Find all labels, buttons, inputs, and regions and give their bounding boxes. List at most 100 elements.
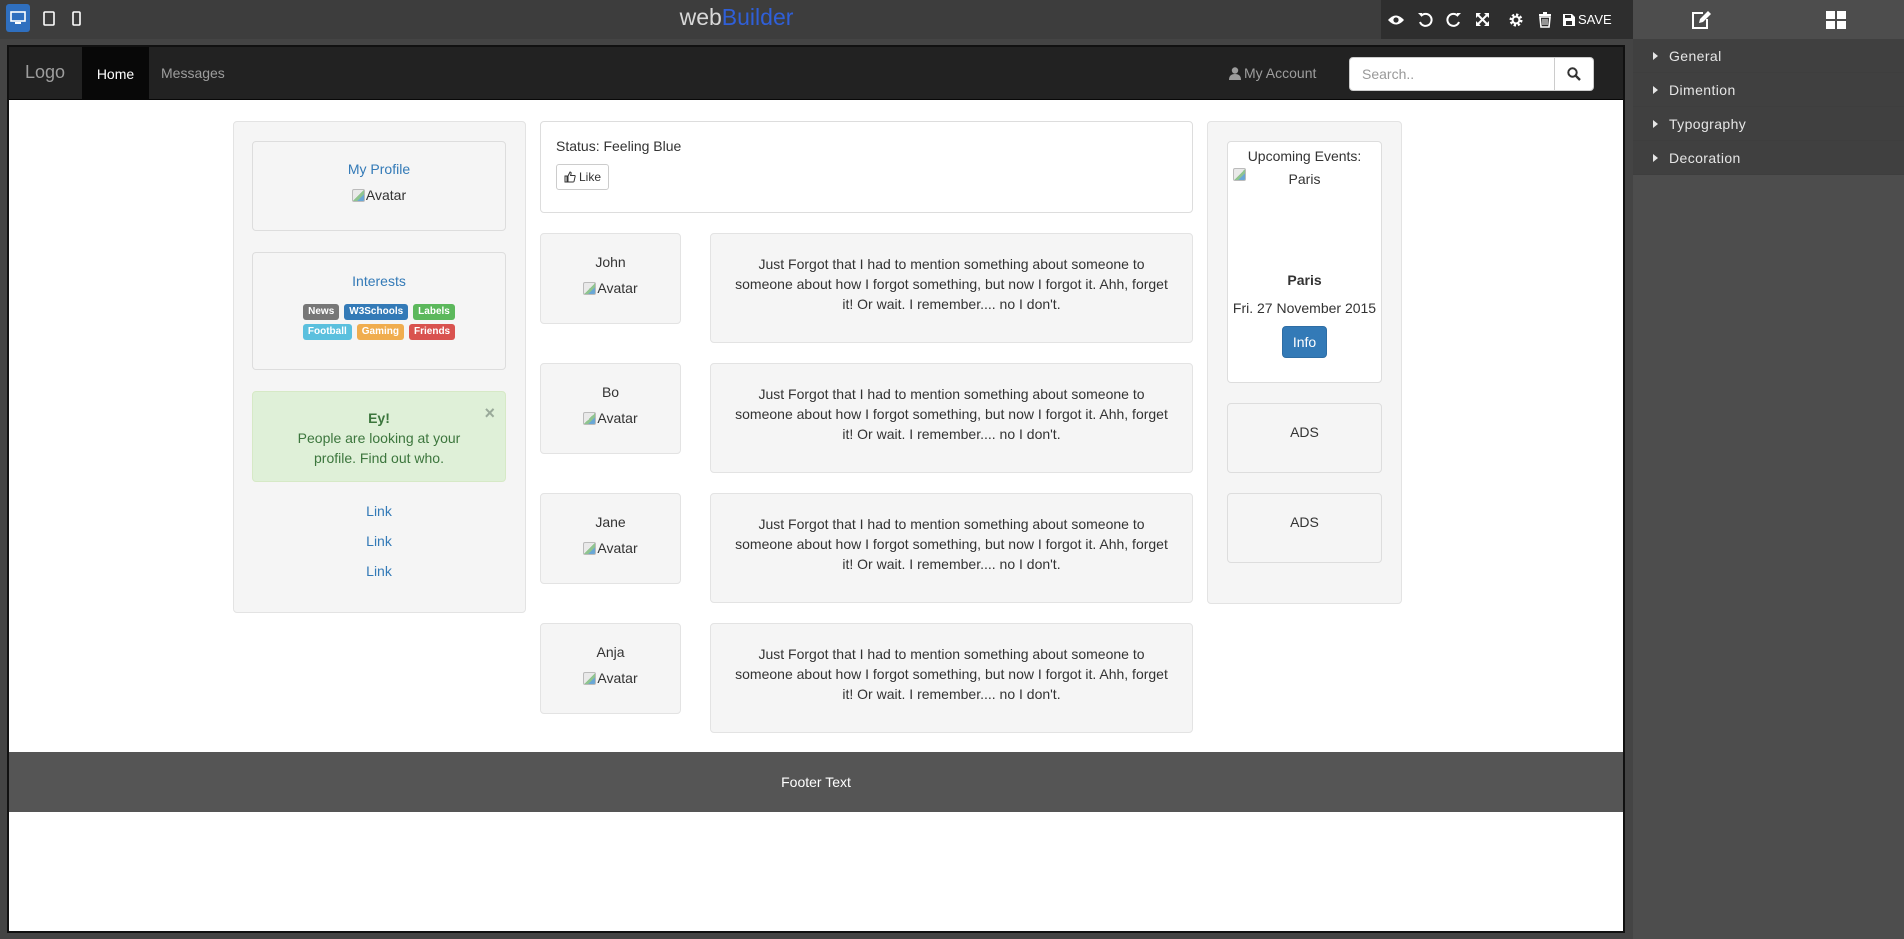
event-date: Fri. 27 November 2015: [1232, 300, 1377, 316]
delete-button[interactable]: [1530, 0, 1559, 39]
alert-text: People are looking at your profile. Find…: [297, 430, 461, 466]
search-icon: [1567, 67, 1581, 81]
broken-image-icon: [583, 671, 597, 685]
search-input[interactable]: [1349, 57, 1555, 91]
settings-button[interactable]: [1501, 0, 1530, 39]
undo-button[interactable]: [1410, 0, 1439, 39]
expand-icon: [1476, 13, 1489, 26]
site-logo[interactable]: Logo: [25, 62, 65, 83]
event-image: Paris: [1232, 168, 1377, 272]
post-author-card: John Avatar: [540, 233, 681, 324]
post-author-card: Jane Avatar: [540, 493, 681, 584]
tab-edit-properties[interactable]: [1633, 0, 1769, 39]
caret-right-icon: [1653, 51, 1658, 60]
undo-icon: [1417, 12, 1433, 27]
post-author-name: Anja: [596, 644, 625, 660]
section-label: Typography: [1669, 115, 1747, 132]
ads-text: ADS: [1290, 424, 1319, 440]
alert-close-icon[interactable]: ×: [484, 404, 495, 422]
avatar-alt: Avatar: [365, 187, 407, 203]
section-label: Decoration: [1669, 149, 1741, 166]
thumbs-up-icon: [564, 171, 576, 183]
ads-text: ADS: [1290, 514, 1319, 530]
info-button[interactable]: Info: [1281, 326, 1328, 358]
avatar: Avatar: [583, 410, 638, 426]
user-icon: [1229, 66, 1241, 80]
post-author-card: Anja Avatar: [540, 623, 681, 714]
trash-icon: [1538, 11, 1551, 28]
section-decoration[interactable]: Decoration: [1633, 141, 1904, 175]
avatar-alt: Avatar: [597, 280, 638, 296]
avatar-alt: Avatar: [597, 410, 638, 426]
status-text: Status: Feeling Blue: [556, 138, 682, 154]
sidebar-link-3[interactable]: Link: [252, 563, 506, 579]
profile-avatar-wrap: Avatar: [253, 187, 505, 205]
sidebar-link-1[interactable]: Link: [252, 503, 506, 519]
properties-panel: General Dimention Typography Decoration: [1633, 0, 1904, 939]
label-w3schools: W3Schools: [344, 304, 409, 320]
section-general[interactable]: General: [1633, 39, 1904, 73]
post-author-card: Bo Avatar: [540, 363, 681, 454]
post-author-name: Bo: [601, 384, 620, 400]
panel-tabs: [1633, 0, 1904, 39]
brand-part-builder: Builder: [721, 4, 794, 30]
like-button[interactable]: Like: [556, 164, 610, 190]
tab-blocks[interactable]: [1769, 0, 1904, 39]
ads-panel-2: ADS: [1227, 493, 1382, 563]
nav-my-account[interactable]: My Account: [1229, 65, 1316, 81]
nav-messages[interactable]: Messages: [161, 65, 225, 81]
ads-panel-1: ADS: [1227, 403, 1382, 473]
post-text-card: Just Forgot that I had to mention someth…: [710, 363, 1193, 473]
nav-home[interactable]: Home: [82, 47, 149, 100]
event-name: Paris: [1287, 272, 1322, 288]
avatar: Avatar: [351, 187, 407, 203]
event-image-alt: Paris: [1288, 171, 1321, 187]
avatar: Avatar: [583, 540, 638, 556]
post-text: Just Forgot that I had to mention someth…: [735, 256, 1168, 312]
nav-home-label: Home: [96, 65, 135, 82]
post-author-name: John: [595, 254, 626, 270]
editor-canvas[interactable]: Logo Home Messages My Account My Profile…: [7, 45, 1625, 933]
caret-right-icon: [1653, 119, 1658, 128]
post-author-name: Jane: [595, 514, 626, 530]
events-title: Upcoming Events:: [1247, 148, 1362, 164]
interests-title[interactable]: Interests: [253, 273, 505, 289]
brand-part-web: web: [679, 4, 722, 30]
redo-icon: [1445, 12, 1461, 27]
label-friends: Friends: [409, 324, 456, 340]
section-label: Dimention: [1669, 81, 1736, 98]
site-footer: Footer Text: [9, 752, 1623, 812]
preview-button[interactable]: [1381, 0, 1410, 39]
section-label: General: [1669, 47, 1722, 64]
builder-topbar: webBuilder SAVE: [0, 0, 1633, 39]
footer-text: Footer Text: [781, 774, 851, 790]
redo-button[interactable]: [1439, 0, 1468, 39]
like-label: Like: [579, 170, 602, 184]
profile-panel: My Profile Avatar: [252, 141, 506, 231]
nav-account-label: My Account: [1244, 65, 1317, 81]
info-wrap: Info: [1228, 326, 1381, 358]
avatar-alt: Avatar: [597, 540, 638, 556]
floppy-icon: [1563, 13, 1575, 26]
events-panel: Upcoming Events: Paris Paris Fri. 27 Nov…: [1227, 141, 1382, 383]
section-dimention[interactable]: Dimention: [1633, 73, 1904, 107]
builder-brand: webBuilder: [0, 4, 1473, 31]
label-gaming: Gaming: [356, 324, 404, 340]
broken-image-icon: [583, 281, 597, 295]
post-text-card: Just Forgot that I had to mention someth…: [710, 623, 1193, 733]
post-text-card: Just Forgot that I had to mention someth…: [710, 493, 1193, 603]
like-wrap: Like: [556, 164, 1177, 190]
profile-title[interactable]: My Profile: [253, 161, 505, 177]
sidebar-link-2[interactable]: Link: [252, 533, 506, 549]
search-button[interactable]: [1555, 57, 1594, 91]
fullscreen-button[interactable]: [1468, 0, 1497, 39]
caret-right-icon: [1653, 153, 1658, 162]
status-panel: Status: Feeling Blue Like: [540, 121, 1193, 213]
save-button[interactable]: SAVE: [1559, 12, 1612, 27]
interest-labels: News W3Schools Labels Football Gaming Fr…: [299, 304, 459, 340]
blocks-icon: [1826, 10, 1847, 29]
post-text: Just Forgot that I had to mention someth…: [735, 646, 1168, 702]
post-text: Just Forgot that I had to mention someth…: [735, 516, 1168, 572]
section-typography[interactable]: Typography: [1633, 107, 1904, 141]
site-navbar: Logo Home Messages My Account: [9, 47, 1623, 100]
